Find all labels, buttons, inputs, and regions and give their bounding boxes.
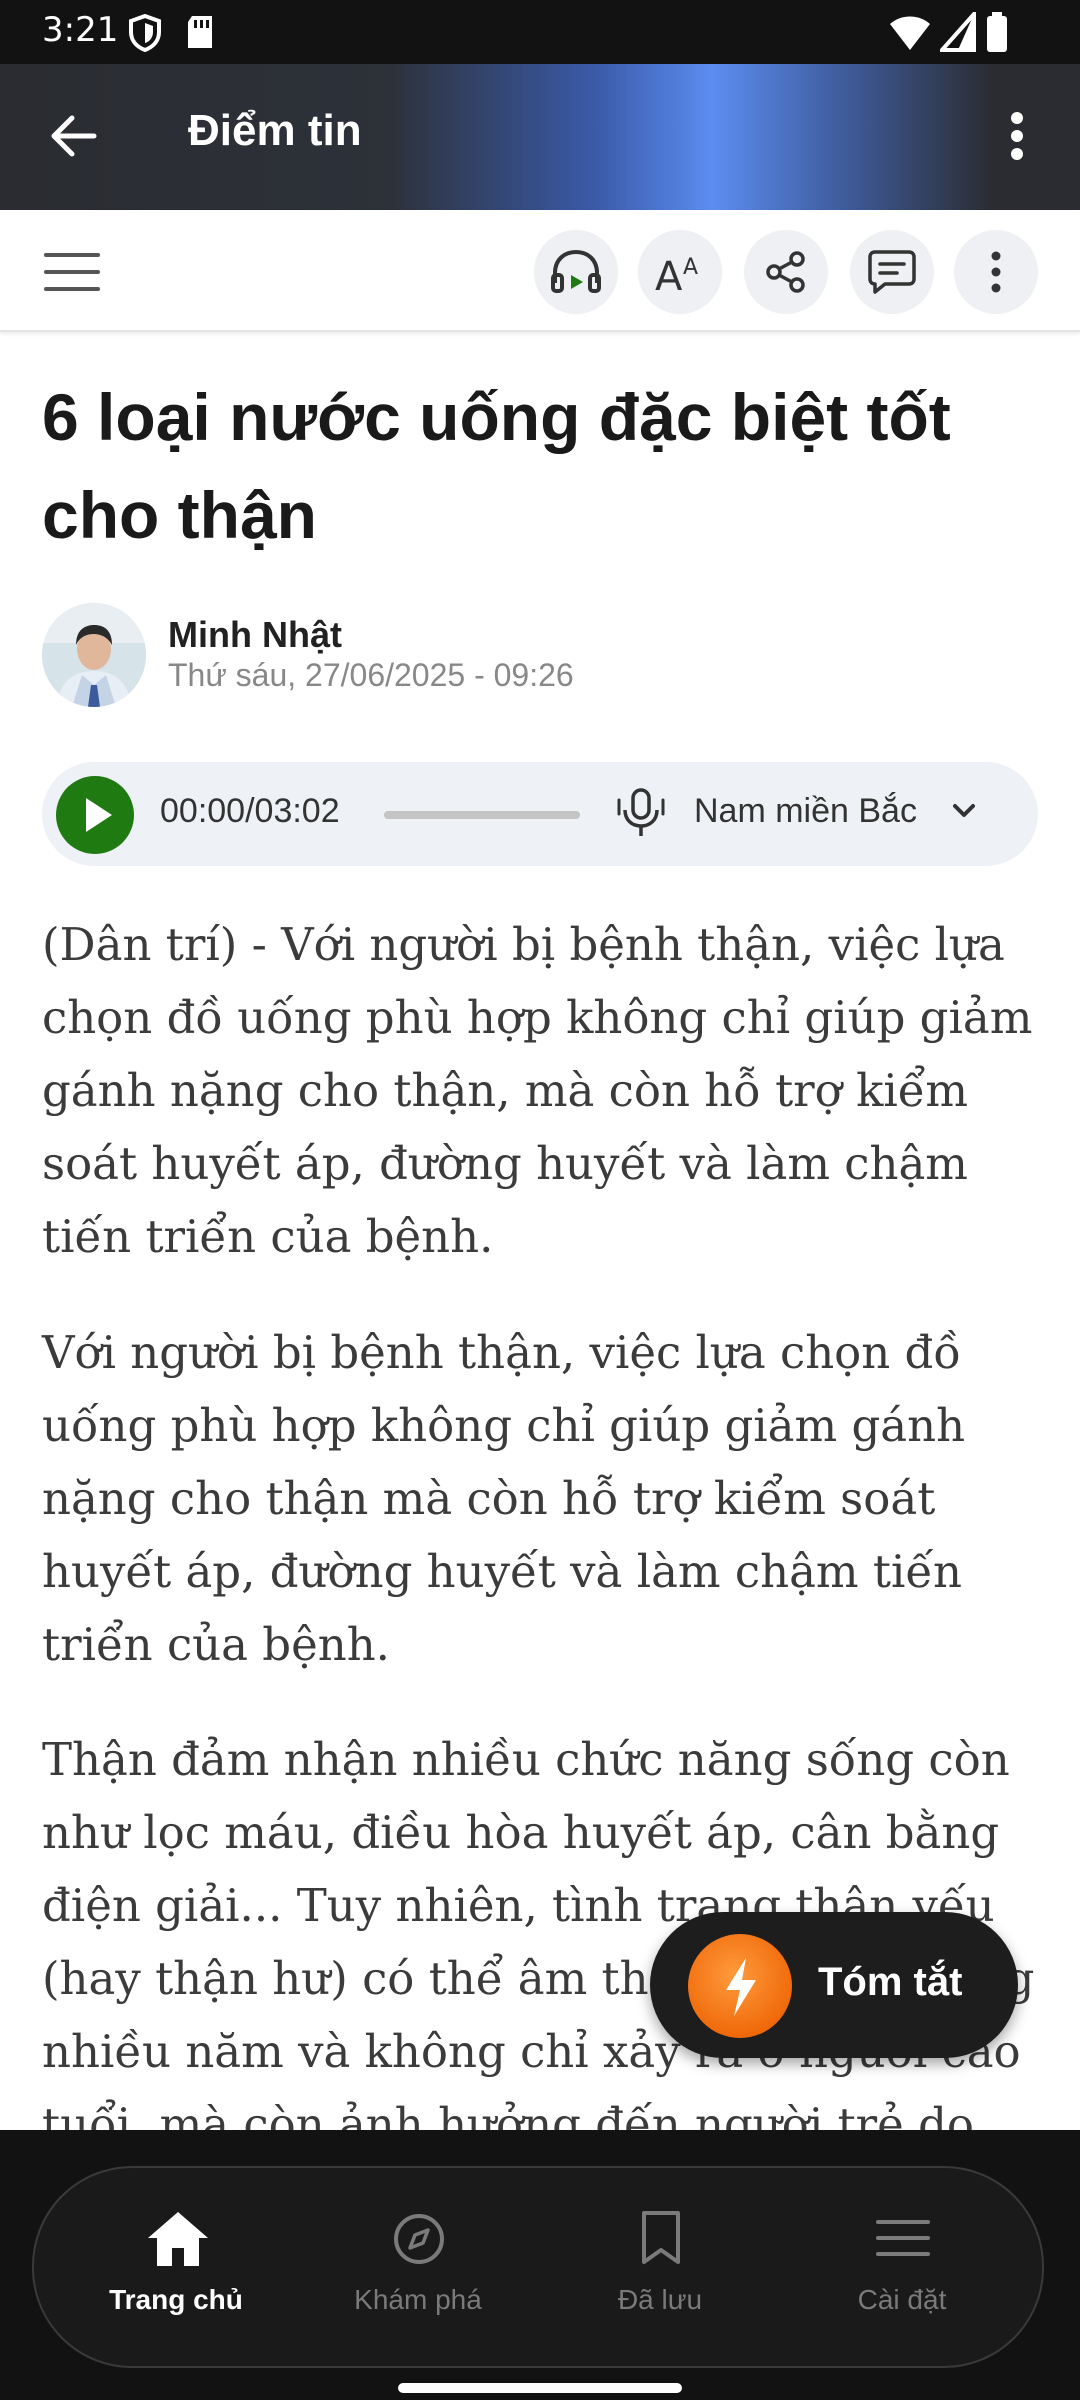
article-paragraph: (Dân trí) - Với người bị bệnh thận, việc… xyxy=(42,918,1033,1263)
back-arrow-icon[interactable] xyxy=(48,114,98,158)
author-photo xyxy=(42,603,146,707)
article-paragraph: Với người bị bệnh thận, việc lựa chọn đồ… xyxy=(42,1326,966,1671)
more-options-button[interactable] xyxy=(954,230,1038,314)
menu-icon xyxy=(876,2220,930,2256)
compass-icon xyxy=(394,2214,444,2264)
author-name[interactable]: Minh Nhật xyxy=(168,614,342,656)
nav-label: Trang chủ xyxy=(109,2284,243,2315)
audio-time: 00:00/03:02 xyxy=(160,792,340,830)
battery-icon xyxy=(987,12,1007,52)
nav-label: Cài đặt xyxy=(857,2284,947,2315)
nav-item-home[interactable]: Trang chủ xyxy=(56,2200,296,2330)
nav-item-saved[interactable]: Đã lưu xyxy=(540,2200,780,2330)
nav-label: Đã lưu xyxy=(617,2284,703,2315)
comment-icon xyxy=(868,250,916,294)
share-icon xyxy=(766,251,805,293)
nav-item-settings[interactable]: Cài đặt xyxy=(782,2200,1022,2330)
lightning-icon xyxy=(688,1934,792,2038)
summary-label: Tóm tắt xyxy=(818,1960,963,2004)
headphones-icon xyxy=(551,249,601,293)
status-time: 3:21 xyxy=(42,10,119,50)
app-bar: Điểm tin xyxy=(0,64,1080,210)
article-headline: 6 loại nước uống đặc biệt tốt cho thận xyxy=(42,380,951,552)
text-size-icon: A A xyxy=(655,254,698,294)
nav-label: Khám phá xyxy=(354,2284,482,2315)
overflow-menu-icon[interactable] xyxy=(1008,110,1026,162)
text-size-button[interactable]: A A xyxy=(638,230,722,314)
app-bar-title: Điểm tin xyxy=(188,106,362,155)
summary-button[interactable]: Tóm tắt xyxy=(650,1912,1018,2058)
microphone-icon xyxy=(617,788,665,836)
listen-button[interactable] xyxy=(534,230,618,314)
comment-button[interactable] xyxy=(850,230,934,314)
home-icon xyxy=(148,2212,208,2266)
bookmark-icon xyxy=(642,2211,680,2264)
article-toolbar: A A xyxy=(0,210,1080,332)
sd-card-icon xyxy=(188,16,212,48)
signal-icon xyxy=(940,12,976,52)
share-button[interactable] xyxy=(744,230,828,314)
chevron-down-icon[interactable] xyxy=(952,802,976,820)
author-avatar[interactable] xyxy=(42,603,146,707)
wifi-icon xyxy=(890,16,930,50)
play-icon xyxy=(86,798,112,832)
gesture-home-bar[interactable] xyxy=(398,2383,682,2393)
shield-icon xyxy=(129,14,161,52)
status-bar: 3:21 xyxy=(0,0,1080,64)
more-vertical-icon xyxy=(991,251,1001,293)
nav-item-explore[interactable]: Khám phá xyxy=(298,2200,538,2330)
audio-progress-bar[interactable] xyxy=(384,811,580,819)
svg-text:A: A xyxy=(655,254,683,294)
audio-player: 00:00/03:02 Nam miền Bắc xyxy=(42,762,1038,866)
publish-date: Thứ sáu, 27/06/2025 - 09:26 xyxy=(168,657,574,693)
voice-selector[interactable]: Nam miền Bắc xyxy=(694,792,917,831)
play-button[interactable] xyxy=(56,776,134,854)
hamburger-menu-icon[interactable] xyxy=(44,252,100,292)
svg-text:A: A xyxy=(683,255,698,280)
